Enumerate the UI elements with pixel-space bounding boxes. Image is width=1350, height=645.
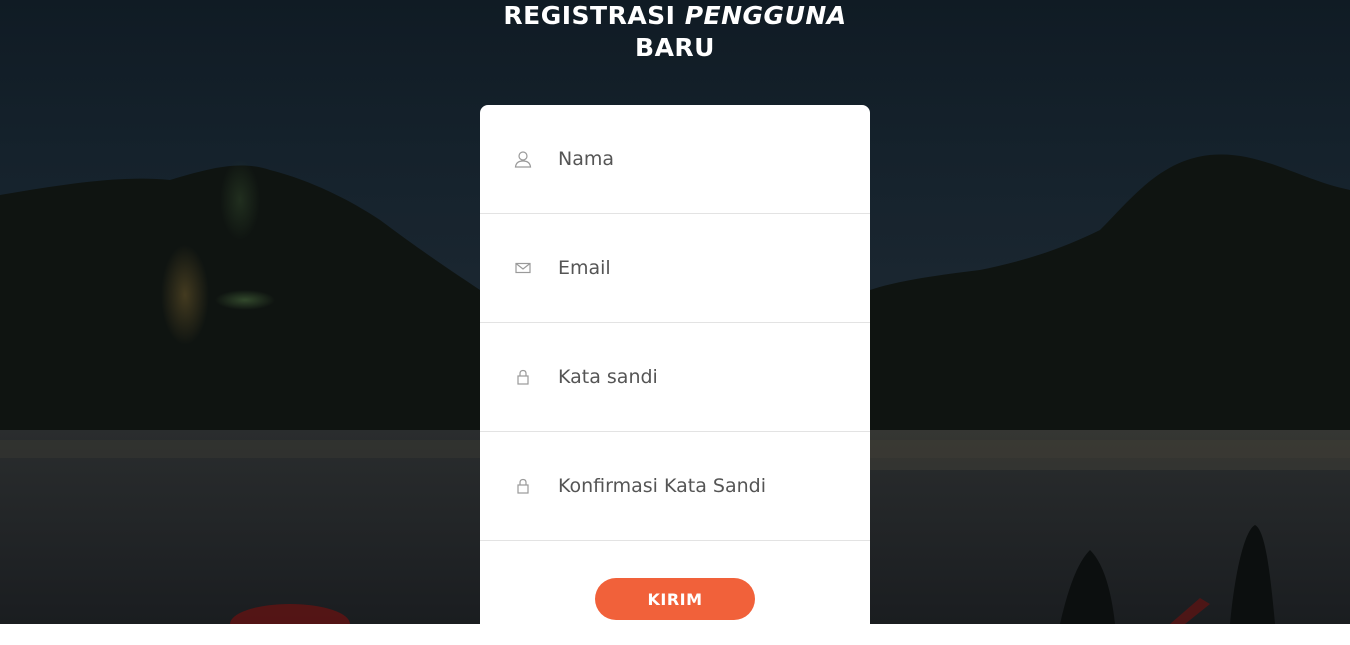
submit-wrapper: KIRIM [480, 578, 870, 620]
page-title: REGISTRASI PENGGUNA BARU [0, 0, 1350, 64]
title-part-2: PENGGUNA [684, 1, 847, 30]
lock-icon [514, 477, 532, 495]
email-field-row [480, 214, 870, 323]
submit-button[interactable]: KIRIM [595, 578, 755, 620]
email-input[interactable] [558, 248, 848, 288]
password-field-row [480, 323, 870, 432]
password-input[interactable] [558, 357, 848, 397]
confirm-password-input[interactable] [558, 466, 848, 506]
mail-icon [514, 259, 532, 277]
name-input[interactable] [558, 139, 848, 179]
title-part-3: BARU [635, 33, 715, 62]
confirm-password-field-row [480, 432, 870, 541]
user-icon [514, 150, 532, 168]
lock-icon [514, 368, 532, 386]
title-part-1: REGISTRASI [503, 1, 676, 30]
name-field-row [480, 105, 870, 214]
registration-form: KIRIM [480, 105, 870, 645]
